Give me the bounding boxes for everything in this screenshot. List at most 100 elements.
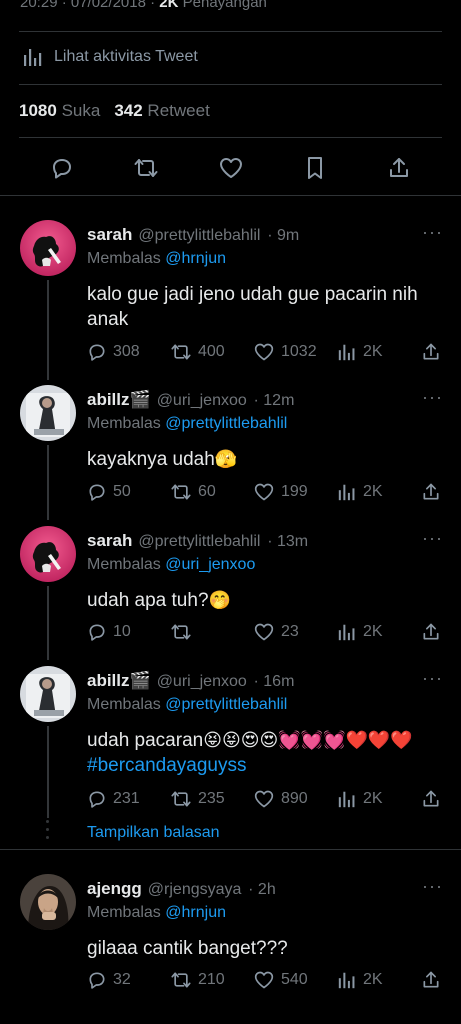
- retweet-button[interactable]: [170, 622, 198, 642]
- tweet-text: gilaaa cantik banget???: [87, 936, 432, 961]
- analytics-icon: [338, 344, 355, 361]
- replying-to-handle[interactable]: @prettylittlebahlil: [165, 415, 287, 432]
- reply-icon: [89, 344, 105, 361]
- heart-icon: [254, 623, 274, 641]
- share-button[interactable]: [421, 970, 441, 990]
- share-button[interactable]: [421, 342, 441, 362]
- share-button[interactable]: [385, 154, 413, 182]
- retweet-count: 60: [198, 483, 216, 500]
- author-name-row[interactable]: abillz🎬 @uri_jenxoo · 16m: [87, 671, 294, 691]
- more-options-button[interactable]: ···: [422, 876, 443, 897]
- share-icon: [423, 623, 439, 640]
- reply-count: 32: [113, 971, 131, 988]
- like-button[interactable]: 540: [253, 970, 308, 990]
- author-handle: @uri_jenxoo: [156, 673, 247, 690]
- share-button[interactable]: [421, 622, 441, 642]
- reply-count: 231: [113, 790, 140, 807]
- reply-button[interactable]: 32: [87, 970, 131, 990]
- like-button[interactable]: 1032: [253, 342, 317, 362]
- reply-button[interactable]: 10: [87, 622, 131, 642]
- likes-stat[interactable]: 1080 Suka: [19, 101, 100, 121]
- replying-prefix: Membalas: [87, 696, 161, 713]
- divider: [19, 84, 442, 85]
- thread-line: [47, 586, 49, 660]
- retweet-icon: [171, 344, 191, 360]
- author-name-row[interactable]: sarah @prettylittlebahlil · 13m: [87, 531, 308, 551]
- more-options-button[interactable]: ···: [422, 222, 443, 243]
- retweet-count: 210: [198, 971, 225, 988]
- tweet-time: · 16m: [253, 673, 295, 690]
- avatar[interactable]: [20, 220, 76, 276]
- author-name-row[interactable]: sarah @prettylittlebahlil · 9m: [87, 225, 299, 245]
- tweet-timestamp: 20:29 · 07/02/2018 ·: [20, 0, 156, 11]
- views-count: 2K: [363, 971, 383, 988]
- main-action-bar: [0, 146, 461, 190]
- retweet-button[interactable]: 235: [170, 789, 225, 809]
- replying-to-handle[interactable]: @hrnjun: [165, 250, 226, 267]
- retweets-label: Retweet: [147, 101, 210, 120]
- analytics-icon: [338, 624, 355, 641]
- share-icon: [423, 790, 439, 807]
- divider: [19, 31, 442, 32]
- avatar[interactable]: [20, 526, 76, 582]
- retweet-icon: [171, 791, 191, 807]
- like-button[interactable]: 890: [253, 789, 308, 809]
- replying-to-handle[interactable]: @prettylittlebahlil: [165, 696, 287, 713]
- like-button[interactable]: 199: [253, 482, 308, 502]
- heart-icon: [254, 483, 274, 501]
- like-button[interactable]: 23: [253, 622, 299, 642]
- views-button[interactable]: 2K: [337, 342, 383, 362]
- avatar[interactable]: [20, 874, 76, 930]
- reply-icon: [89, 624, 105, 641]
- share-icon: [423, 971, 439, 988]
- hashtag-link[interactable]: #bercandayaguyss: [87, 755, 247, 776]
- more-options-button[interactable]: ···: [422, 668, 443, 689]
- replying-to: Membalas @prettylittlebahlil: [87, 415, 287, 433]
- retweets-stat[interactable]: 342 Retweet: [114, 101, 209, 121]
- retweet-icon: [171, 972, 191, 988]
- like-button[interactable]: [217, 154, 245, 182]
- replying-to-handle[interactable]: @uri_jenxoo: [165, 556, 255, 573]
- replying-to-handle[interactable]: @hrnjun: [165, 904, 226, 921]
- reply-button[interactable]: [48, 154, 76, 182]
- retweet-button[interactable]: 210: [170, 970, 225, 990]
- views-button[interactable]: 2K: [337, 970, 383, 990]
- divider: [0, 195, 461, 196]
- tweet-text-body: gilaaa cantik banget???: [87, 938, 288, 959]
- author-name-row[interactable]: abillz🎬 @uri_jenxoo · 12m: [87, 390, 294, 410]
- retweet-button[interactable]: 60: [170, 482, 216, 502]
- reply-button[interactable]: 50: [87, 482, 131, 502]
- views-button[interactable]: 2K: [337, 622, 383, 642]
- reply-button[interactable]: 231: [87, 789, 140, 809]
- avatar[interactable]: [20, 666, 76, 722]
- share-button[interactable]: [421, 482, 441, 502]
- more-options-button[interactable]: ···: [422, 528, 443, 549]
- tweet-text-body: udah apa tuh?: [87, 590, 209, 611]
- bookmark-button[interactable]: [301, 154, 329, 182]
- show-replies-link[interactable]: Tampilkan balasan: [87, 824, 220, 842]
- retweet-button[interactable]: [132, 154, 160, 182]
- avatar[interactable]: [20, 385, 76, 441]
- author-name-row[interactable]: ajengg @rjengsyaya · 2h: [87, 879, 276, 899]
- views-count: 2K: [363, 343, 383, 360]
- views-button[interactable]: 2K: [337, 482, 383, 502]
- bookmark-icon: [308, 157, 322, 179]
- share-icon: [390, 158, 408, 177]
- reply-button[interactable]: 308: [87, 342, 140, 362]
- tweet-activity-link[interactable]: Lihat aktivitas Tweet: [22, 46, 198, 68]
- share-button[interactable]: [421, 789, 441, 809]
- retweet-button[interactable]: 400: [170, 342, 225, 362]
- tweet-timestamp-row: 20:29 · 07/02/2018 · 2K Penayangan: [20, 0, 267, 11]
- author-handle: @prettylittlebahlil: [138, 227, 261, 244]
- author-handle: @prettylittlebahlil: [138, 533, 261, 550]
- tweet-text: kayaknya udah🫣: [87, 447, 432, 472]
- more-options-button[interactable]: ···: [422, 387, 443, 408]
- views-count: 2K: [363, 623, 383, 640]
- tweet-time: · 9m: [267, 227, 300, 244]
- tweet-action-row: 10 23 2K: [87, 622, 442, 644]
- retweet-icon: [171, 484, 191, 500]
- author-handle: @uri_jenxoo: [156, 392, 247, 409]
- analytics-icon: [24, 49, 42, 66]
- views-button[interactable]: 2K: [337, 789, 383, 809]
- replying-to: Membalas @hrnjun: [87, 250, 226, 268]
